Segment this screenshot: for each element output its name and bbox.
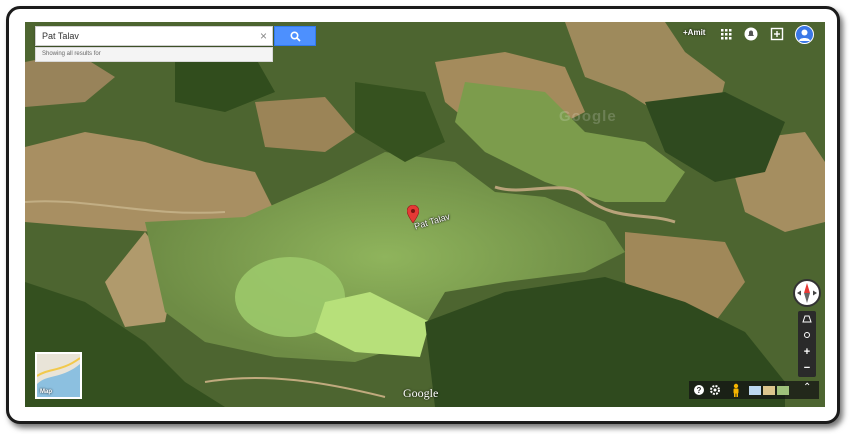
google-logo: Google: [403, 386, 439, 400]
user-icon: [799, 29, 810, 41]
svg-text:?: ?: [697, 386, 702, 395]
clear-search-icon[interactable]: ×: [260, 28, 267, 44]
results-note: Showing all results for: [35, 47, 273, 62]
satellite-imagery: [25, 22, 825, 407]
apps-grid-icon[interactable]: [719, 27, 733, 41]
search-input[interactable]: [36, 27, 263, 45]
settings-icon[interactable]: [709, 383, 721, 397]
photos-strip[interactable]: [749, 383, 789, 397]
imagery-watermark: Google: [559, 108, 617, 125]
zoom-out-button[interactable]: −: [798, 360, 816, 376]
help-icon[interactable]: ?: [693, 383, 705, 397]
rotate-icon[interactable]: [802, 330, 812, 340]
compass-control[interactable]: [793, 279, 821, 307]
search-button[interactable]: [274, 26, 316, 46]
pegman-icon[interactable]: [731, 383, 741, 397]
compass-icon: [797, 283, 817, 303]
footer-controls: ? ⌃: [689, 381, 819, 399]
tilt-icon[interactable]: [802, 314, 812, 324]
zoom-controls: + −: [798, 311, 816, 377]
expand-icon[interactable]: ⌃: [803, 382, 811, 393]
search-icon: [290, 31, 301, 42]
zoom-in-button[interactable]: +: [798, 344, 816, 360]
share-plus-icon[interactable]: [770, 27, 784, 41]
search-box[interactable]: ×: [35, 26, 273, 46]
avatar[interactable]: [795, 25, 814, 44]
notifications-icon[interactable]: [744, 27, 758, 41]
account-link[interactable]: +Amit: [683, 28, 705, 37]
map-view-toggle[interactable]: Map: [35, 352, 82, 399]
minimap-label: Map: [40, 389, 52, 395]
satellite-map[interactable]: Google × Showing all results for +Amit: [25, 22, 825, 407]
